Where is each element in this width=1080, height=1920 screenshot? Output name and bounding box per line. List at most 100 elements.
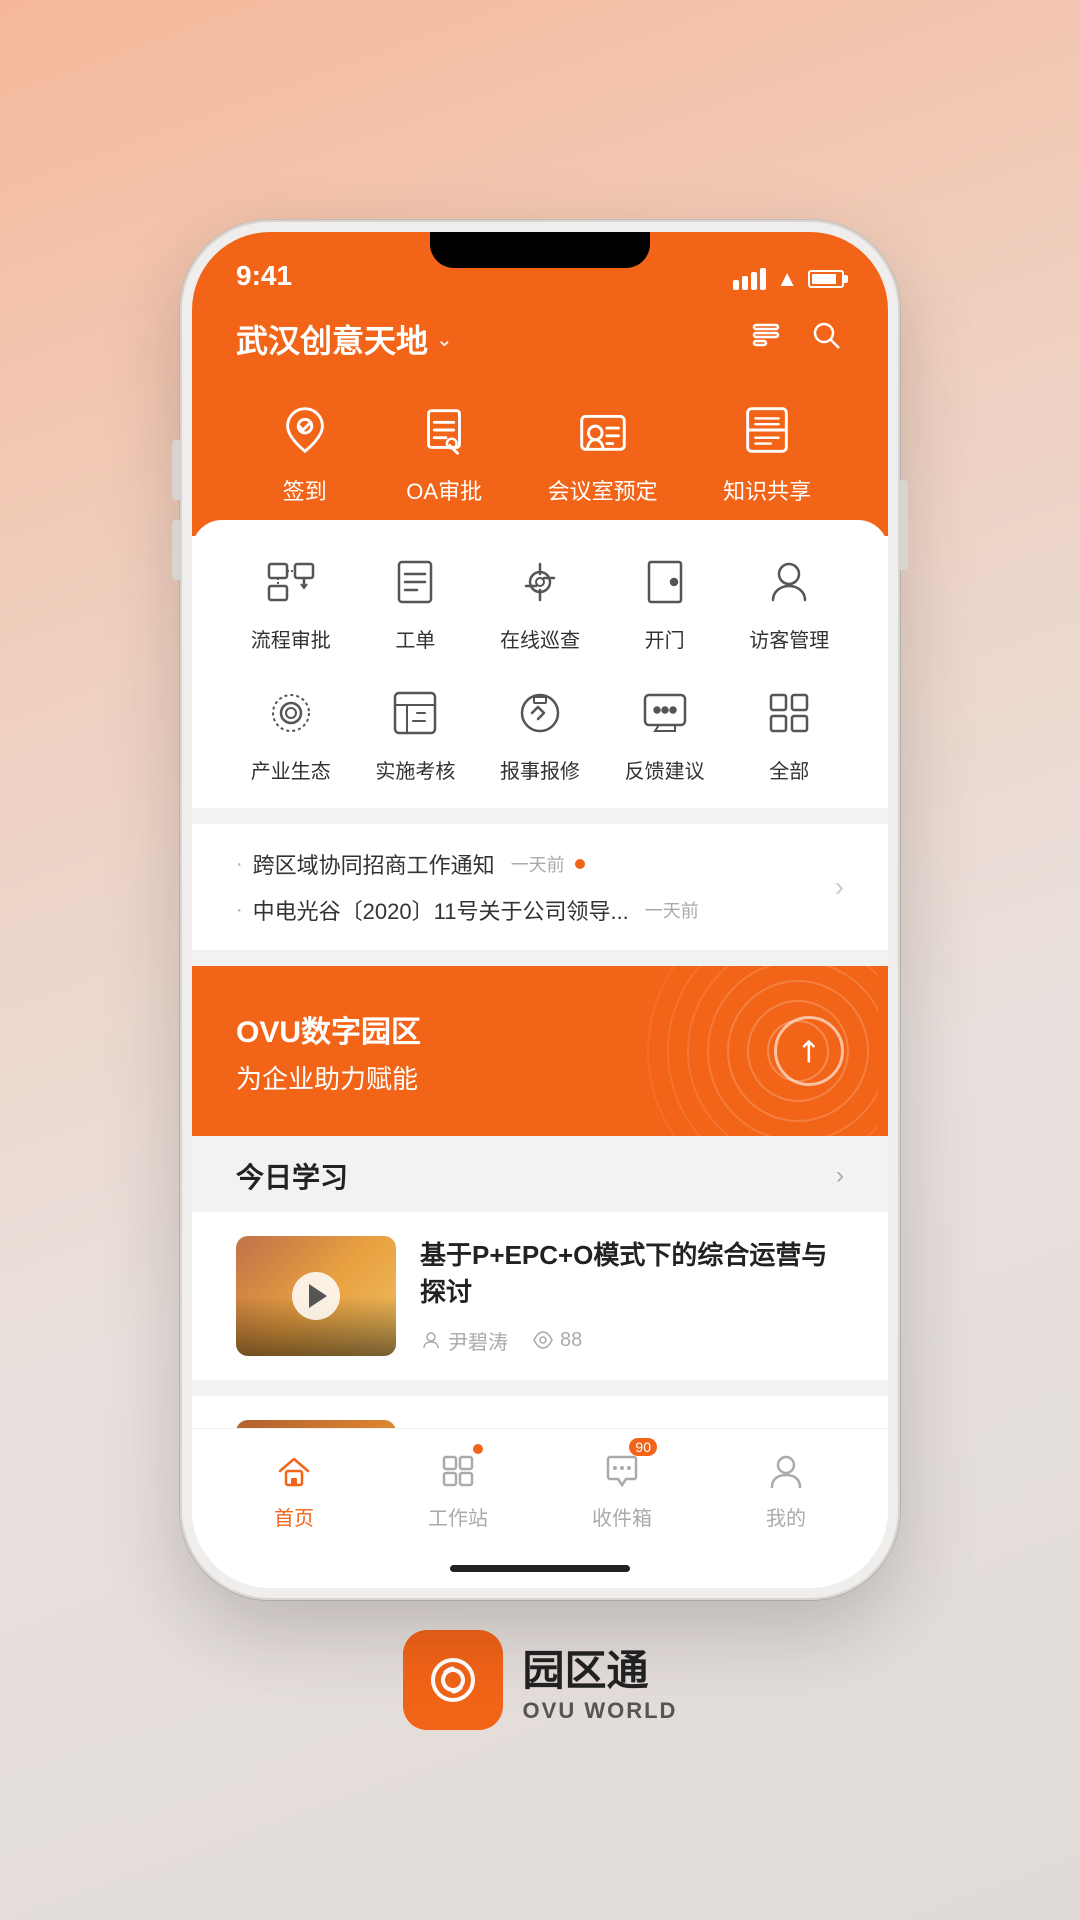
func-visitor-label: 访客管理 <box>749 624 829 653</box>
stamp-icon <box>408 394 480 466</box>
banner-arrow-icon: ↗ <box>788 1030 831 1073</box>
func-process-label: 流程审批 <box>251 624 331 653</box>
quick-nav-meeting[interactable]: 会议室预定 <box>548 394 658 506</box>
function-row-2: 产业生态 <box>236 681 844 784</box>
func-feedback-label: 反馈建议 <box>625 755 705 784</box>
brand-logo <box>403 1630 503 1730</box>
home-icon <box>269 1446 319 1496</box>
func-review-label: 实施考核 <box>375 755 455 784</box>
notification-item-1: · 跨区域协同招商工作通知 一天前 <box>236 848 835 880</box>
header-actions <box>748 317 844 361</box>
learning-card-2[interactable]: 以企业为出发点的综合运营 <box>192 1396 888 1428</box>
door-icon <box>633 550 697 614</box>
nav-workstation[interactable]: 工作站 <box>376 1446 540 1531</box>
main-content: 流程审批 工单 <box>192 520 888 1428</box>
func-process-approval[interactable]: 流程审批 <box>236 550 345 653</box>
book-icon <box>731 394 803 466</box>
feedback-icon <box>633 681 697 745</box>
home-bar <box>450 1565 630 1572</box>
func-repair[interactable]: 报事报修 <box>485 681 594 784</box>
func-feedback[interactable]: 反馈建议 <box>610 681 719 784</box>
notification-time-1: 一天前 <box>511 851 565 877</box>
learning-author-1: 尹碧涛 <box>420 1326 508 1355</box>
banner-arrow-button[interactable]: ↗ <box>774 1016 844 1086</box>
func-door-label: 开门 <box>645 624 685 653</box>
notification-time-2: 一天前 <box>645 897 699 923</box>
func-work-order[interactable]: 工单 <box>361 550 470 653</box>
nav-home-label: 首页 <box>274 1502 314 1531</box>
banner-title: OVU数字园区 <box>236 1007 421 1051</box>
meeting-icon <box>567 394 639 466</box>
func-ecology-label: 产业生态 <box>251 755 331 784</box>
notch <box>430 232 650 268</box>
func-inspection[interactable]: 在线巡查 <box>485 550 594 653</box>
today-learning-header: 今日学习 › <box>192 1136 888 1212</box>
header-title-group[interactable]: 武汉创意天地 ⌄ <box>236 316 453 362</box>
nav-inbox[interactable]: 90 收件箱 <box>540 1446 704 1531</box>
nav-home[interactable]: 首页 <box>212 1446 376 1531</box>
banner-card[interactable]: OVU数字园区 为企业助力赋能 ↗ <box>192 966 888 1136</box>
play-button-1[interactable] <box>292 1272 340 1320</box>
banner-subtitle: 为企业助力赋能 <box>236 1059 421 1096</box>
process-icon <box>259 550 323 614</box>
notification-card[interactable]: · 跨区域协同招商工作通知 一天前 · 中电光谷〔2020〕11号关于公司领导.… <box>192 824 888 950</box>
quick-nav-oa-label: OA审批 <box>406 474 482 506</box>
status-time: 9:41 <box>236 260 292 292</box>
battery-icon <box>808 270 844 288</box>
inbox-badge: 90 <box>629 1438 657 1456</box>
notification-text-1: 跨区域协同招商工作通知 <box>253 848 495 880</box>
func-all-label: 全部 <box>769 755 809 784</box>
learning-thumb-2 <box>236 1420 396 1428</box>
brand-footer: 园区通 OVU WORLD <box>403 1630 678 1730</box>
bottom-nav: 首页 工作站 90 <box>192 1428 888 1548</box>
review-icon <box>383 681 447 745</box>
message-icon: 90 <box>597 1446 647 1496</box>
func-visitor[interactable]: 访客管理 <box>735 550 844 653</box>
play-triangle-icon <box>309 1284 327 1308</box>
func-review[interactable]: 实施考核 <box>361 681 470 784</box>
learning-views-count-1: 88 <box>560 1329 582 1352</box>
quick-nav-sign-in[interactable]: 签到 <box>269 394 341 506</box>
learning-more-chevron[interactable]: › <box>836 1162 844 1190</box>
learning-card-1[interactable]: 基于P+EPC+O模式下的综合运营与探讨 尹碧涛 <box>192 1212 888 1380</box>
notification-dot-1 <box>575 859 585 869</box>
all-icon <box>757 681 821 745</box>
app-header: 武汉创意天地 ⌄ <box>192 302 888 384</box>
quick-nav: 签到 OA审批 <box>192 384 888 536</box>
quick-nav-oa[interactable]: OA审批 <box>406 394 482 506</box>
notification-item-2: · 中电光谷〔2020〕11号关于公司领导... 一天前 <box>236 894 835 926</box>
function-row-1: 流程审批 工单 <box>236 550 844 653</box>
section-title-learning: 今日学习 <box>236 1156 348 1196</box>
banner-text: OVU数字园区 为企业助力赋能 <box>236 1007 421 1096</box>
workorder-icon <box>383 550 447 614</box>
quick-nav-knowledge[interactable]: 知识共享 <box>723 394 811 506</box>
notification-list: · 跨区域协同招商工作通知 一天前 · 中电光谷〔2020〕11号关于公司领导.… <box>236 848 835 926</box>
learning-author-name-1: 尹碧涛 <box>448 1326 508 1355</box>
func-workorder-label: 工单 <box>395 624 435 653</box>
learning-title-1: 基于P+EPC+O模式下的综合运营与探讨 <box>420 1237 844 1310</box>
notification-chevron-icon[interactable]: › <box>835 871 844 903</box>
brand-row: 园区通 OVU WORLD <box>403 1630 678 1730</box>
function-grid: 流程审批 工单 <box>192 520 888 808</box>
dropdown-icon[interactable]: ⌄ <box>436 327 453 352</box>
quick-nav-knowledge-label: 知识共享 <box>723 474 811 506</box>
learning-meta-1: 尹碧涛 88 <box>420 1326 844 1355</box>
nav-mine[interactable]: 我的 <box>704 1446 868 1531</box>
profile-icon[interactable] <box>748 317 784 361</box>
search-icon[interactable] <box>808 317 844 361</box>
grid-icon <box>433 1446 483 1496</box>
nav-mine-label: 我的 <box>766 1502 806 1531</box>
brand-cn-text: 园区通 <box>523 1637 649 1698</box>
inspection-icon <box>508 550 572 614</box>
brand-name: 园区通 OVU WORLD <box>523 1637 678 1724</box>
ecology-icon <box>259 681 323 745</box>
func-door[interactable]: 开门 <box>610 550 719 653</box>
learning-thumb-1 <box>236 1236 396 1356</box>
func-all[interactable]: 全部 <box>735 681 844 784</box>
func-ecology[interactable]: 产业生态 <box>236 681 345 784</box>
home-indicator <box>192 1548 888 1588</box>
status-icons: ▲ <box>733 266 844 292</box>
status-bar: 9:41 ▲ <box>192 232 888 302</box>
learning-views-1: 88 <box>532 1329 582 1352</box>
user-icon <box>761 1446 811 1496</box>
